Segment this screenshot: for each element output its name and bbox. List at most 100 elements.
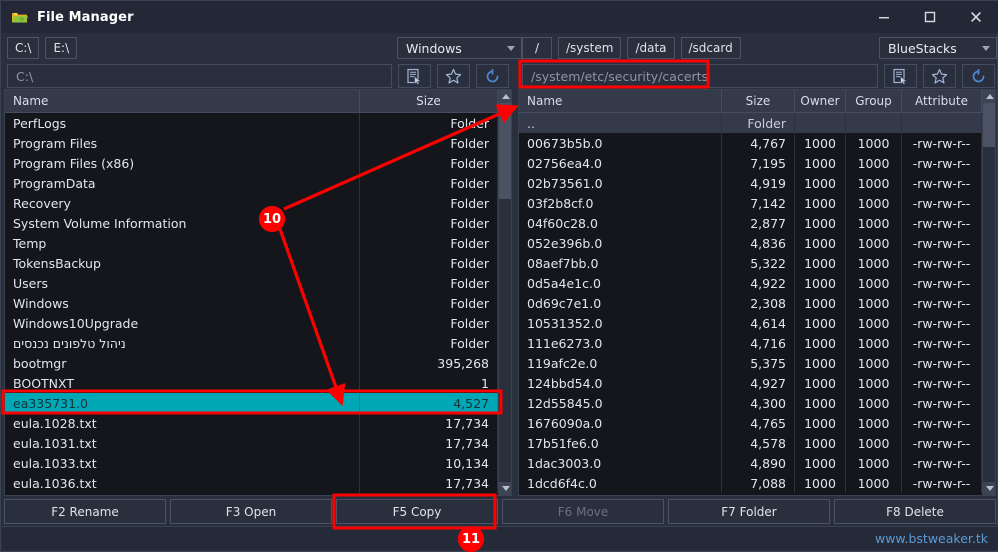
file-group: 1000	[846, 173, 902, 193]
right-shortcut-sdcard[interactable]: /sdcard	[680, 37, 741, 59]
left-file-row[interactable]: Recovery Folder	[5, 193, 511, 213]
right-file-row[interactable]: 0d5a4e1c.0 4,922 1000 1000 -rw-rw-r--	[519, 273, 995, 293]
file-group: 1000	[846, 153, 902, 173]
right-column-headers: Name Size Owner Group Attribute	[519, 90, 995, 113]
scroll-up-icon[interactable]	[983, 90, 995, 103]
right-file-row[interactable]: 111e6273.0 4,716 1000 1000 -rw-rw-r--	[519, 333, 995, 353]
function-button-f7[interactable]: F7 Folder	[668, 499, 830, 524]
left-file-row[interactable]: Temp Folder	[5, 233, 511, 253]
function-button-f2[interactable]: F2 Rename	[4, 499, 166, 524]
parent-dir-row[interactable]: .. Folder	[519, 113, 995, 133]
function-button-f8[interactable]: F8 Delete	[834, 499, 996, 524]
file-attribute: -rw-rw-r--	[902, 233, 982, 253]
right-column-attribute[interactable]: Attribute	[902, 90, 982, 112]
right-column-name[interactable]: Name	[519, 90, 722, 112]
left-file-row[interactable]: eula.1028.txt 17,734	[5, 413, 511, 433]
right-file-row[interactable]: 1dcd6f4c.0 7,088 1000 1000 -rw-rw-r--	[519, 473, 995, 493]
minimize-button[interactable]	[861, 1, 907, 33]
left-select-list-icon[interactable]	[398, 64, 431, 88]
right-shortcut-system[interactable]: /system	[558, 37, 622, 59]
function-button-f5[interactable]: F5 Copy	[336, 499, 498, 524]
left-file-row[interactable]: ProgramData Folder	[5, 173, 511, 193]
right-file-row[interactable]: 04f60c28.0 2,877 1000 1000 -rw-rw-r--	[519, 213, 995, 233]
left-drive-select[interactable]: Windows	[397, 37, 522, 59]
right-file-row[interactable]: 08aef7bb.0 5,322 1000 1000 -rw-rw-r--	[519, 253, 995, 273]
file-size: 4,527	[360, 393, 498, 413]
file-size: Folder	[360, 213, 498, 233]
left-shortcut-e[interactable]: E:\	[45, 37, 78, 59]
right-path-input[interactable]: /system/etc/security/cacerts	[522, 64, 878, 88]
left-file-row[interactable]: TokensBackup Folder	[5, 253, 511, 273]
file-attribute: -rw-rw-r--	[902, 373, 982, 393]
right-file-row[interactable]: 10531352.0 4,614 1000 1000 -rw-rw-r--	[519, 313, 995, 333]
left-file-row[interactable]: Windows10Upgrade Folder	[5, 313, 511, 333]
right-scroll-thumb[interactable]	[983, 103, 995, 147]
right-file-row[interactable]: 124bbd54.0 4,927 1000 1000 -rw-rw-r--	[519, 373, 995, 393]
left-file-row[interactable]: BOOTNXT 1	[5, 373, 511, 393]
function-button-f3[interactable]: F3 Open	[170, 499, 332, 524]
right-file-row[interactable]: 12d55845.0 4,300 1000 1000 -rw-rw-r--	[519, 393, 995, 413]
scroll-down-icon[interactable]	[499, 482, 511, 495]
left-file-row[interactable]: eula.1036.txt 17,734	[5, 473, 511, 493]
left-file-row[interactable]: eula.1033.txt 10,134	[5, 453, 511, 473]
left-column-size[interactable]: Size	[360, 90, 498, 112]
file-size: Folder	[722, 113, 795, 133]
file-name: 02b73561.0	[519, 173, 722, 193]
left-file-list[interactable]: PerfLogs Folder Program Files Folder Program…	[5, 113, 511, 493]
left-file-row[interactable]: eula.1031.txt 17,734	[5, 433, 511, 453]
left-file-row[interactable]: Users Folder	[5, 273, 511, 293]
right-column-owner[interactable]: Owner	[795, 90, 846, 112]
left-scroll-thumb[interactable]	[499, 103, 511, 199]
right-file-row[interactable]: 1676090a.0 4,765 1000 1000 -rw-rw-r--	[519, 413, 995, 433]
left-file-row[interactable]: ניהול טלפונים נכנסים Folder	[5, 333, 511, 353]
close-button[interactable]	[953, 1, 998, 33]
website-link[interactable]: www.bstweaker.tk	[875, 531, 988, 546]
right-favorite-star-icon[interactable]	[923, 64, 956, 88]
right-vertical-scrollbar[interactable]	[982, 90, 995, 495]
right-device-select[interactable]: BlueStacks	[879, 37, 997, 59]
right-shortcut-root[interactable]: /	[522, 37, 552, 59]
left-favorite-star-icon[interactable]	[437, 64, 470, 88]
right-file-row[interactable]: 02756ea4.0 7,195 1000 1000 -rw-rw-r--	[519, 153, 995, 173]
left-file-row[interactable]: PerfLogs Folder	[5, 113, 511, 133]
left-file-row[interactable]: Windows Folder	[5, 293, 511, 313]
maximize-button[interactable]	[907, 1, 953, 33]
right-file-row[interactable]: 119afc2e.0 5,375 1000 1000 -rw-rw-r--	[519, 353, 995, 373]
left-file-row[interactable]: System Volume Information Folder	[5, 213, 511, 233]
left-file-row[interactable]: bootmgr 395,268	[5, 353, 511, 373]
right-file-row[interactable]: 02b73561.0 4,919 1000 1000 -rw-rw-r--	[519, 173, 995, 193]
left-column-name[interactable]: Name	[5, 90, 360, 112]
file-group: 1000	[846, 333, 902, 353]
left-file-row[interactable]: Program Files Folder	[5, 133, 511, 153]
right-file-row[interactable]: 0d69c7e1.0 2,308 1000 1000 -rw-rw-r--	[519, 293, 995, 313]
right-file-row[interactable]: 052e396b.0 4,836 1000 1000 -rw-rw-r--	[519, 233, 995, 253]
right-select-list-icon[interactable]	[884, 64, 917, 88]
scroll-up-icon[interactable]	[499, 90, 511, 103]
right-refresh-icon[interactable]	[962, 64, 995, 88]
file-size: 5,322	[722, 253, 795, 273]
right-file-list[interactable]: .. Folder 00673b5b.0 4,767 1000 1000 -rw-rw-r-…	[519, 113, 995, 493]
left-shortcut-c[interactable]: C:\	[7, 37, 40, 59]
left-file-row[interactable]: ea335731.0 4,527	[5, 393, 511, 413]
right-file-row[interactable]: 03f2b8cf.0 7,142 1000 1000 -rw-rw-r--	[519, 193, 995, 213]
window-title: File Manager	[37, 9, 134, 25]
left-vertical-scrollbar[interactable]	[498, 90, 511, 495]
file-name: ..	[519, 113, 722, 133]
right-column-size[interactable]: Size	[722, 90, 795, 112]
file-size: 4,927	[722, 373, 795, 393]
file-name: Users	[5, 273, 360, 293]
right-shortcut-data[interactable]: /data	[627, 37, 675, 59]
file-size: 5,375	[722, 353, 795, 373]
right-column-group[interactable]: Group	[846, 90, 902, 112]
scroll-down-icon[interactable]	[983, 482, 995, 495]
right-file-row[interactable]: 1dac3003.0 4,890 1000 1000 -rw-rw-r--	[519, 453, 995, 473]
file-size: Folder	[360, 173, 498, 193]
file-attribute: -rw-rw-r--	[902, 133, 982, 153]
file-group	[846, 113, 902, 133]
left-file-row[interactable]: Program Files (x86) Folder	[5, 153, 511, 173]
right-file-row[interactable]: 17b51fe6.0 4,578 1000 1000 -rw-rw-r--	[519, 433, 995, 453]
left-path-input[interactable]: C:\	[7, 64, 392, 88]
file-size: 4,922	[722, 273, 795, 293]
right-file-row[interactable]: 00673b5b.0 4,767 1000 1000 -rw-rw-r--	[519, 133, 995, 153]
left-refresh-icon[interactable]	[476, 64, 509, 88]
